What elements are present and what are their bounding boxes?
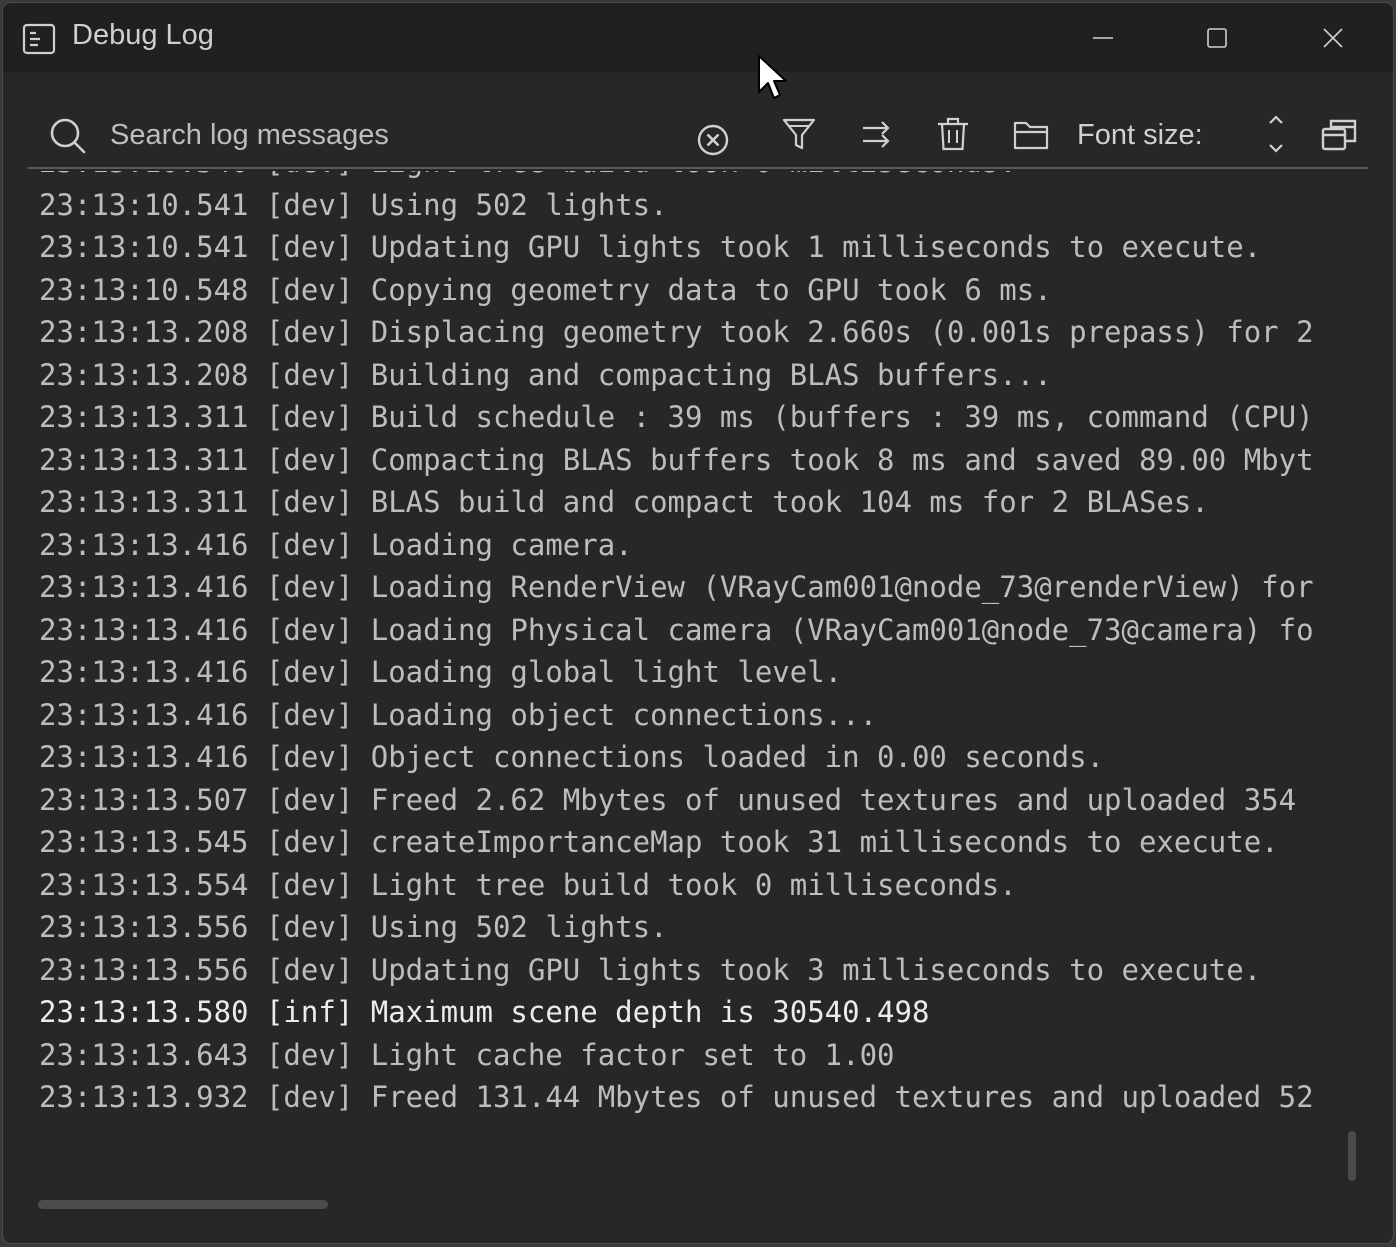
log-line: 23:13:10.548 [dev] Copying geometry data… bbox=[39, 272, 1052, 307]
log-line: 23:13:13.556 [dev] Using 502 lights. bbox=[39, 910, 668, 944]
close-button[interactable] bbox=[1275, 3, 1391, 72]
font-size-stepper[interactable] bbox=[1256, 109, 1296, 159]
log-line: 23:13:13.580 [inf] Maximum scene depth i… bbox=[39, 995, 930, 1029]
stepper-icon bbox=[1269, 115, 1283, 153]
log-line: 23:13:10.541 [dev] Updating GPU lights t… bbox=[39, 230, 1262, 264]
font-size-label: Font size: bbox=[1077, 119, 1203, 151]
search-underline bbox=[28, 167, 1368, 169]
log-list: 23:13:10.540 [dev] Light tree build took… bbox=[39, 171, 1314, 1119]
close-icon bbox=[1323, 27, 1343, 48]
debug-log-window: Debug Log Search log messages Font size:… bbox=[3, 3, 1393, 1243]
debug-log-icon bbox=[22, 23, 56, 55]
folder-icon bbox=[1013, 121, 1049, 150]
horizontal-scrollbar[interactable] bbox=[38, 1200, 328, 1209]
undock-icon bbox=[1321, 119, 1357, 151]
log-line: 23:13:13.416 [dev] Object connections lo… bbox=[39, 740, 1105, 774]
log-line: 23:13:13.311 [dev] Compacting BLAS buffe… bbox=[39, 442, 1314, 477]
wrap-button[interactable] bbox=[855, 113, 897, 155]
log-output[interactable]: 23:13:10.540 [dev] Light tree build took… bbox=[39, 171, 1339, 1136]
log-line: 23:13:13.208 [dev] Building and compacti… bbox=[39, 357, 1052, 392]
log-line: 23:13:13.416 [dev] Loading Physical came… bbox=[39, 612, 1314, 647]
wrap-icon bbox=[863, 121, 890, 148]
vertical-scrollbar[interactable] bbox=[1348, 1131, 1356, 1181]
maximize-icon bbox=[1207, 27, 1227, 48]
minimize-icon bbox=[1093, 36, 1113, 39]
filter-icon bbox=[782, 118, 816, 150]
minimize-button[interactable] bbox=[1045, 3, 1161, 72]
log-line: 23:13:13.932 [dev] Freed 131.44 Mbytes o… bbox=[39, 1080, 1314, 1114]
mouse-cursor-icon bbox=[758, 55, 787, 99]
log-line: 23:13:13.311 [dev] Build schedule : 39 m… bbox=[39, 400, 1314, 434]
log-line: 23:13:13.416 [dev] Loading camera. bbox=[39, 527, 633, 562]
log-line: 23:13:13.556 [dev] Updating GPU lights t… bbox=[39, 952, 1262, 987]
clear-search-icon bbox=[697, 124, 729, 156]
log-line: 23:13:13.545 [dev] createImportanceMap t… bbox=[39, 825, 1279, 859]
log-line: 23:13:13.208 [dev] Displacing geometry t… bbox=[39, 315, 1314, 349]
trash-icon bbox=[938, 117, 968, 151]
clear-log-button[interactable] bbox=[932, 113, 974, 155]
log-line: 23:13:13.507 [dev] Freed 2.62 Mbytes of … bbox=[39, 782, 1297, 817]
open-folder-button[interactable] bbox=[1010, 113, 1052, 155]
log-line: 23:13:13.554 [dev] Light tree build took… bbox=[39, 867, 1017, 902]
log-line: 23:13:13.416 [dev] Loading object connec… bbox=[39, 697, 878, 732]
log-toolbar: Font size: bbox=[28, 99, 1368, 169]
log-line: 23:13:10.540 [dev] Light tree build took… bbox=[39, 171, 1314, 184]
log-line: 23:13:13.311 [dev] BLAS build and compac… bbox=[39, 485, 1209, 519]
log-line: 23:13:13.416 [dev] Loading global light … bbox=[39, 655, 843, 689]
window-title: Debug Log bbox=[72, 19, 214, 51]
undock-button[interactable] bbox=[1318, 113, 1360, 155]
search-icon bbox=[50, 118, 86, 154]
title-bar[interactable]: Debug Log bbox=[3, 3, 1393, 72]
filter-button[interactable] bbox=[778, 113, 820, 155]
maximize-button[interactable] bbox=[1159, 3, 1275, 72]
search-input[interactable] bbox=[110, 113, 680, 157]
clear-search-button[interactable] bbox=[692, 119, 734, 161]
log-line: 23:13:13.416 [dev] Loading RenderView (V… bbox=[39, 570, 1314, 604]
log-line: 23:13:13.643 [dev] Light cache factor se… bbox=[39, 1037, 895, 1072]
log-line: 23:13:10.541 [dev] Using 502 lights. bbox=[39, 187, 668, 222]
